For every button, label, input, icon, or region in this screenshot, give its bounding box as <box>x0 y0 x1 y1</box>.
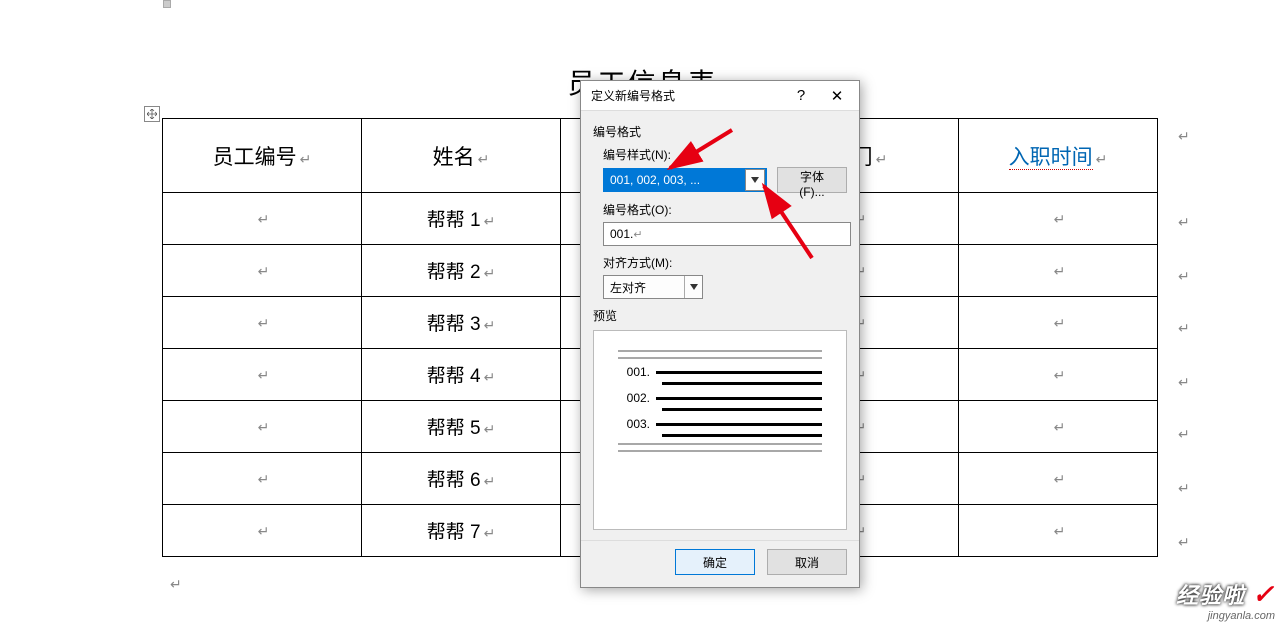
close-button[interactable]: ✕ <box>819 82 855 110</box>
paragraph-mark: ↵ <box>1096 151 1108 167</box>
paragraph-mark: ↵ <box>170 576 182 593</box>
watermark: 经验啦 ✓ jingyanla.com <box>1176 578 1275 622</box>
header-cell: 员工编号↵ <box>163 119 362 193</box>
dialog-title: 定义新编号格式 <box>591 87 783 104</box>
table-move-handle[interactable] <box>144 106 160 122</box>
number-style-select[interactable]: 001, 002, 003, ... <box>603 168 767 192</box>
header-cell: 姓名↵ <box>362 119 561 193</box>
paragraph-mark: ↵ <box>1178 374 1190 391</box>
define-number-format-dialog: 定义新编号格式 ? ✕ 编号格式 编号样式(N): 001, 002, 003,… <box>580 80 860 588</box>
paragraph-mark: ↵ <box>300 151 312 167</box>
paragraph-mark: ↵ <box>1178 480 1190 497</box>
label-alignment: 对齐方式(M): <box>603 254 847 271</box>
dialog-titlebar[interactable]: 定义新编号格式 ? ✕ <box>581 81 859 111</box>
paragraph-mark: ↵ <box>1178 214 1190 231</box>
header-cell: 入职时间↵ <box>959 119 1158 193</box>
number-style-value: 001, 002, 003, ... <box>604 173 744 187</box>
ruler-margin-marker <box>163 0 171 8</box>
label-number-format: 编号格式(O): <box>603 201 847 218</box>
number-format-input[interactable]: 001.↵ <box>603 222 851 246</box>
paragraph-mark: ↵ <box>1178 534 1190 551</box>
paragraph-mark: ↵ <box>1178 128 1190 145</box>
group-label-number-format: 编号格式 <box>593 123 847 140</box>
ok-button[interactable]: 确定 <box>675 549 755 575</box>
help-button[interactable]: ? <box>783 82 819 110</box>
font-button[interactable]: 字体(F)... <box>777 167 847 193</box>
paragraph-mark: ↵ <box>876 151 888 167</box>
cancel-button[interactable]: 取消 <box>767 549 847 575</box>
alignment-select[interactable]: 左对齐 <box>603 275 703 299</box>
paragraph-mark: ↵ <box>478 151 490 167</box>
alignment-value: 左对齐 <box>604 279 684 296</box>
preview-area: 001. 002. 003. <box>593 330 847 530</box>
paragraph-mark: ↵ <box>1178 268 1190 285</box>
group-label-preview: 预览 <box>593 307 847 324</box>
paragraph-mark: ↵ <box>1178 426 1190 443</box>
label-number-style: 编号样式(N): <box>603 146 847 163</box>
dropdown-arrow-icon[interactable] <box>745 169 765 191</box>
paragraph-mark: ↵ <box>1178 320 1190 337</box>
dropdown-arrow-icon[interactable] <box>684 276 702 298</box>
